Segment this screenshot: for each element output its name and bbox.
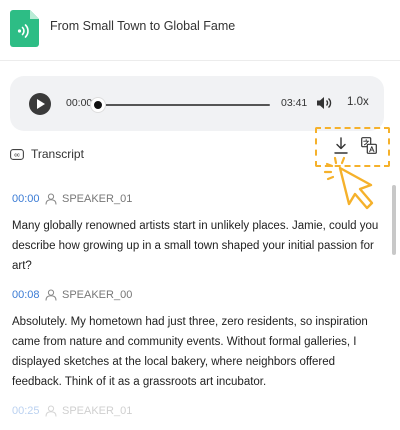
svg-text:cc: cc [14, 153, 20, 159]
document-header: From Small Town to Global Fame [0, 0, 400, 61]
entry-text: Absolutely. My hometown had just three, … [12, 316, 368, 388]
transcript-entry: 00:00 SPEAKER_01 Many globally renowned … [12, 190, 384, 276]
user-icon [45, 289, 57, 301]
audio-file-icon [10, 10, 39, 47]
transcript-entry: 00:25 SPEAKER_01 [12, 402, 384, 420]
volume-icon[interactable] [316, 96, 332, 110]
progress-handle[interactable] [91, 98, 105, 112]
entry-speaker: SPEAKER_00 [62, 289, 133, 301]
duration: 03:41 [281, 97, 308, 109]
document-title: From Small Town to Global Fame [50, 19, 236, 33]
entry-speaker: SPEAKER_01 [62, 405, 133, 417]
transcript-entry: 00:08 SPEAKER_00 Absolutely. My hometown… [12, 286, 384, 392]
entry-timestamp[interactable]: 00:08 [12, 289, 40, 301]
user-icon [45, 193, 57, 205]
closed-captions-icon: cc [10, 149, 24, 160]
user-icon [45, 405, 57, 417]
play-button[interactable] [29, 93, 51, 115]
entry-text: Many globally renowned artists start in … [12, 220, 379, 272]
audio-player: 00:00 03:41 1.0x [10, 76, 384, 131]
entry-timestamp[interactable]: 00:25 [12, 405, 40, 417]
download-icon[interactable] [334, 137, 348, 155]
transcript-heading: Transcript [31, 147, 84, 161]
translate-icon[interactable] [361, 137, 377, 154]
progress-track[interactable] [98, 104, 270, 106]
playback-speed[interactable]: 1.0x [347, 96, 369, 108]
scrollbar-thumb[interactable] [392, 185, 396, 255]
entry-timestamp[interactable]: 00:00 [12, 193, 40, 205]
transcript-list: 00:00 SPEAKER_01 Many globally renowned … [12, 190, 384, 430]
current-time: 00:00 [66, 97, 93, 109]
entry-speaker: SPEAKER_01 [62, 193, 133, 205]
